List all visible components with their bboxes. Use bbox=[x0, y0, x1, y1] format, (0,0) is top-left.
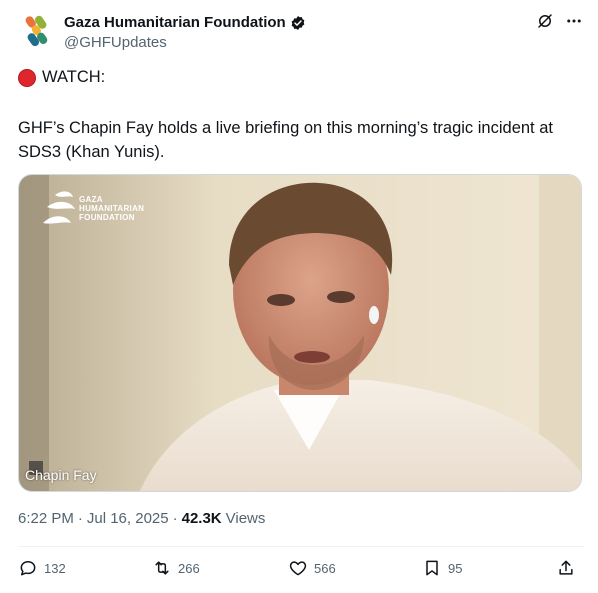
handle[interactable]: @GHFUpdates bbox=[64, 34, 167, 51]
bookmark-button[interactable]: 95 bbox=[422, 558, 462, 578]
avatar[interactable] bbox=[18, 12, 56, 50]
video-thumbnail[interactable]: GAZA HUMANITARIAN FOUNDATION Chapin Fay bbox=[18, 174, 582, 492]
share-icon bbox=[559, 560, 573, 575]
tweet-body: GHF’s Chapin Fay holds a live briefing o… bbox=[18, 119, 553, 161]
watch-label: WATCH: bbox=[42, 68, 106, 86]
repost-button[interactable]: 266 bbox=[152, 558, 200, 578]
share-button[interactable] bbox=[556, 558, 576, 578]
bookmark-count: 95 bbox=[448, 560, 463, 576]
verified-badge-icon bbox=[291, 15, 305, 30]
repost-count: 266 bbox=[178, 560, 200, 576]
watch-line: WATCH: bbox=[18, 68, 105, 87]
media-logo-text: GAZA HUMANITARIAN FOUNDATION bbox=[79, 195, 145, 222]
speaker-name-label: Chapin Fay bbox=[25, 467, 97, 483]
like-count: 566 bbox=[314, 560, 336, 576]
divider bbox=[18, 546, 584, 547]
tweet-header: Gaza Humanitarian Foundation @GHFUpdates bbox=[18, 12, 584, 56]
tweet-time[interactable]: 6:22 PM bbox=[18, 510, 74, 527]
more-icon[interactable] bbox=[564, 12, 584, 30]
tweet-meta: 6:22 PM · Jul 16, 2025 · 42.3K Views bbox=[18, 510, 265, 527]
tweet-date[interactable]: Jul 16, 2025 bbox=[87, 510, 169, 527]
display-name[interactable]: Gaza Humanitarian Foundation bbox=[64, 14, 286, 31]
grok-icon[interactable] bbox=[536, 12, 554, 30]
bookmark-icon bbox=[426, 560, 438, 576]
repost-icon bbox=[155, 561, 169, 575]
action-bar: 132 266 566 95 bbox=[18, 558, 584, 582]
meta-separator: · bbox=[172, 510, 178, 527]
reply-count: 132 bbox=[44, 560, 66, 576]
views-count: 42.3K bbox=[181, 510, 222, 527]
views-label: Views bbox=[225, 510, 266, 527]
red-circle-emoji-icon bbox=[18, 68, 36, 87]
reply-button[interactable]: 132 bbox=[18, 558, 66, 578]
video-frame bbox=[19, 175, 581, 491]
like-button[interactable]: 566 bbox=[288, 558, 336, 578]
name-row: Gaza Humanitarian Foundation bbox=[64, 14, 306, 31]
like-icon bbox=[289, 561, 307, 576]
reply-icon bbox=[20, 561, 36, 576]
meta-separator: · bbox=[77, 510, 83, 527]
